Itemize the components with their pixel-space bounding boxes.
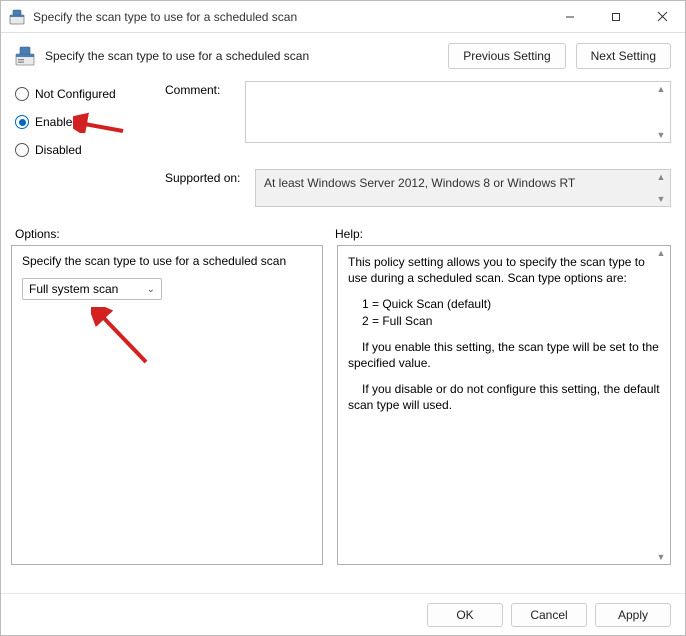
options-caption: Specify the scan type to use for a sched… (22, 254, 312, 268)
help-pane: This policy setting allows you to specif… (337, 245, 671, 565)
radio-label: Enabled (35, 115, 79, 129)
help-p3: 2 = Full Scan (362, 313, 660, 329)
supported-row: Supported on: At least Windows Server 20… (165, 169, 671, 207)
radio-icon (15, 143, 29, 157)
scrollbar: ▲ ▼ (654, 172, 668, 204)
help-p2: 1 = Quick Scan (default) (362, 296, 660, 312)
scroll-down-icon: ▼ (654, 130, 668, 140)
window-controls (547, 1, 685, 33)
nav-buttons: Previous Setting Next Setting (448, 43, 671, 69)
policy-icon (15, 46, 35, 66)
scroll-down-icon: ▼ (654, 194, 668, 204)
radio-label: Disabled (35, 143, 82, 157)
apply-button[interactable]: Apply (595, 603, 671, 627)
radio-enabled[interactable]: Enabled (15, 115, 165, 129)
comment-row: Comment: ▲ ▼ (165, 81, 671, 143)
scroll-down-icon: ▼ (654, 552, 668, 562)
scrollbar[interactable]: ▲ ▼ (654, 248, 668, 562)
supported-on-text: At least Windows Server 2012, Windows 8 … (264, 176, 575, 190)
panes: Specify the scan type to use for a sched… (1, 245, 685, 565)
radio-disabled[interactable]: Disabled (15, 143, 165, 157)
minimize-button[interactable] (547, 1, 593, 33)
options-pane: Specify the scan type to use for a sched… (11, 245, 323, 565)
options-label: Options: (15, 227, 335, 241)
select-value: Full system scan (29, 282, 118, 296)
policy-icon (9, 9, 25, 25)
close-button[interactable] (639, 1, 685, 33)
help-p1: This policy setting allows you to specif… (348, 254, 660, 286)
help-text: This policy setting allows you to specif… (348, 254, 660, 414)
scroll-up-icon: ▲ (654, 248, 668, 258)
help-p5: If you disable or do not configure this … (348, 381, 660, 413)
maximize-button[interactable] (593, 1, 639, 33)
help-label: Help: (335, 227, 363, 241)
scan-type-select[interactable]: Full system scan ⌄ (22, 278, 162, 300)
scroll-up-icon: ▲ (654, 172, 668, 182)
comment-label: Comment: (165, 81, 245, 97)
section-labels: Options: Help: (1, 213, 685, 245)
radio-label: Not Configured (35, 87, 116, 101)
supported-on-box: At least Windows Server 2012, Windows 8 … (255, 169, 671, 207)
scrollbar[interactable]: ▲ ▼ (654, 84, 668, 140)
radio-icon (15, 87, 29, 101)
window-title: Specify the scan type to use for a sched… (33, 10, 297, 24)
titlebar: Specify the scan type to use for a sched… (1, 1, 685, 33)
help-p4: If you enable this setting, the scan typ… (348, 339, 660, 371)
cancel-button[interactable]: Cancel (511, 603, 587, 627)
radio-icon (15, 115, 29, 129)
comment-textarea[interactable]: ▲ ▼ (245, 81, 671, 143)
next-setting-button[interactable]: Next Setting (576, 43, 671, 69)
header-row: Specify the scan type to use for a sched… (1, 33, 685, 77)
supported-label: Supported on: (165, 169, 255, 185)
radio-not-configured[interactable]: Not Configured (15, 87, 165, 101)
header-subtitle: Specify the scan type to use for a sched… (45, 49, 309, 63)
right-fields: Comment: ▲ ▼ Supported on: At least Wind… (165, 81, 671, 213)
scroll-up-icon: ▲ (654, 84, 668, 94)
state-radio-group: Not Configured Enabled Disabled (15, 81, 165, 213)
footer-buttons: OK Cancel Apply (1, 593, 685, 635)
config-area: Not Configured Enabled Disabled Comment:… (1, 77, 685, 213)
ok-button[interactable]: OK (427, 603, 503, 627)
previous-setting-button[interactable]: Previous Setting (448, 43, 565, 69)
chevron-down-icon: ⌄ (147, 284, 155, 295)
